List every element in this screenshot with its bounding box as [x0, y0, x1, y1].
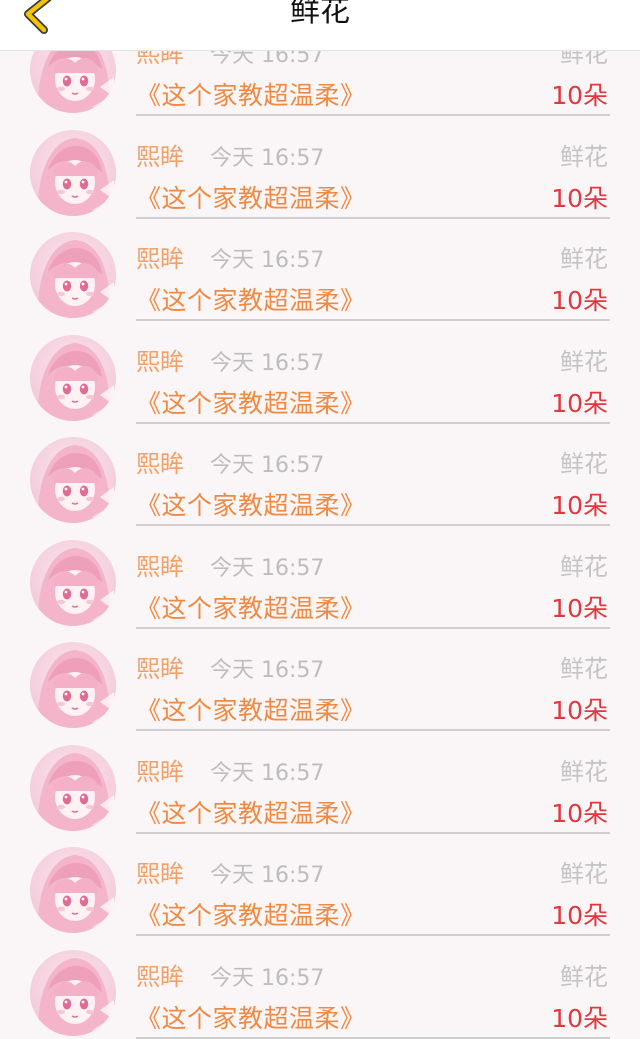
user-name: 熙眸 — [136, 860, 184, 888]
flower-record-item[interactable]: 熙眸 今天 16:57 鲜花 《这个家教超温柔》 10朵 — [0, 202, 640, 321]
gift-type-label: 鲜花 — [560, 860, 608, 888]
gift-count: 10朵 — [551, 1003, 608, 1033]
avatar — [30, 949, 116, 1036]
gift-type-label: 鲜花 — [560, 245, 608, 273]
flower-record-item[interactable]: 熙眸 今天 16:57 鲜花 《这个家教超温柔》 10朵 — [0, 305, 640, 424]
flower-record-item[interactable]: 熙眸 今天 16:57 鲜花 《这个家教超温柔》 10朵 — [0, 920, 640, 1039]
timestamp: 今天 16:57 — [210, 248, 325, 273]
timestamp: 今天 16:57 — [210, 453, 325, 478]
gift-type-label: 鲜花 — [560, 962, 608, 991]
gift-type-label: 鲜花 — [560, 655, 608, 683]
flower-record-item[interactable]: 熙眸 今天 16:57 鲜花 《这个家教超温柔》 10朵 — [0, 510, 640, 629]
flower-record-item[interactable]: 熙眸 今天 16:57 鲜花 《这个家教超温柔》 10朵 — [0, 407, 640, 526]
gift-type-label: 鲜花 — [560, 142, 608, 171]
flower-record-item[interactable]: 熙眸 今天 16:57 鲜花 《这个家教超温柔》 10朵 — [0, 817, 640, 936]
user-name: 熙眸 — [136, 655, 184, 683]
flower-record-list: 熙眸 今天 16:57 鲜花 《这个家教超温柔》 10朵 熙眸 今天 16:57… — [0, 0, 640, 1039]
page-title: 鲜花 — [290, 0, 350, 29]
gift-type-label: 鲜花 — [560, 757, 608, 786]
gift-type-label: 鲜花 — [560, 347, 608, 376]
flower-record-item[interactable]: 熙眸 今天 16:57 鲜花 《这个家教超温柔》 10朵 — [0, 612, 640, 731]
user-name: 熙眸 — [136, 757, 184, 786]
user-name: 熙眸 — [136, 552, 184, 581]
timestamp: 今天 16:57 — [210, 658, 325, 683]
timestamp: 今天 16:57 — [210, 555, 325, 581]
timestamp: 今天 16:57 — [210, 965, 325, 991]
flower-record-item[interactable]: 熙眸 今天 16:57 鲜花 《这个家教超温柔》 10朵 — [0, 100, 640, 219]
timestamp: 今天 16:57 — [210, 350, 325, 376]
nav-bar: 鲜花 — [0, 0, 640, 51]
flower-record-item[interactable]: 熙眸 今天 16:57 鲜花 《这个家教超温柔》 10朵 — [0, 715, 640, 834]
user-name: 熙眸 — [136, 962, 184, 991]
timestamp: 今天 16:57 — [210, 145, 325, 171]
user-name: 熙眸 — [136, 450, 184, 478]
gift-type-label: 鲜花 — [560, 552, 608, 581]
book-title: 《这个家教超温柔》 — [136, 1003, 366, 1033]
user-name: 熙眸 — [136, 347, 184, 376]
user-name: 熙眸 — [136, 245, 184, 273]
timestamp: 今天 16:57 — [210, 760, 325, 786]
user-name: 熙眸 — [136, 142, 184, 171]
avatar-image — [30, 949, 116, 1036]
timestamp: 今天 16:57 — [210, 863, 325, 888]
gift-type-label: 鲜花 — [560, 450, 608, 478]
row-divider — [136, 1036, 610, 1039]
